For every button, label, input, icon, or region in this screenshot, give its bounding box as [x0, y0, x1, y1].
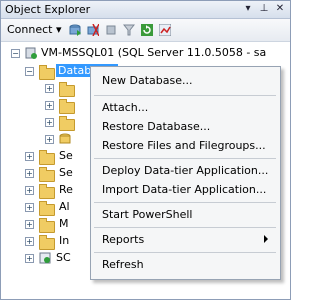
- tree-node-db-child[interactable]: +: [1, 131, 91, 147]
- folder-icon: [39, 218, 55, 233]
- auto-hide-icon[interactable]: ⊥: [257, 2, 271, 16]
- tree-node-db-child[interactable]: +: [1, 114, 91, 131]
- menu-item-restore-files[interactable]: Restore Files and Filegroups...: [94, 136, 276, 156]
- node-label: In: [59, 234, 70, 247]
- folder-icon: [59, 99, 75, 114]
- menu-item-label: Start PowerShell: [102, 208, 193, 221]
- context-menu: New Database... Attach... Restore Databa…: [90, 66, 281, 280]
- menu-separator: [94, 95, 276, 96]
- close-icon[interactable]: ✕: [273, 2, 287, 16]
- refresh-icon[interactable]: [141, 24, 153, 36]
- menu-separator: [94, 202, 276, 203]
- node-label: M: [59, 217, 69, 230]
- expand-toggle[interactable]: +: [25, 203, 34, 212]
- node-label: Se: [59, 149, 73, 162]
- tree-node-management[interactable]: + M: [1, 216, 91, 233]
- expand-toggle[interactable]: +: [45, 118, 54, 127]
- menu-item-label: Restore Database...: [102, 120, 211, 133]
- expand-toggle[interactable]: +: [45, 101, 54, 110]
- folder-icon: [39, 201, 55, 216]
- menu-separator: [94, 227, 276, 228]
- expand-toggle[interactable]: +: [25, 152, 34, 161]
- window-title: Object Explorer: [5, 3, 91, 16]
- tree-node-sql-agent[interactable]: + SC: [1, 250, 91, 266]
- folder-icon: [39, 235, 55, 250]
- menu-item-label: Import Data-tier Application...: [102, 183, 267, 196]
- collapse-toggle[interactable]: −: [25, 67, 34, 76]
- submenu-arrow-icon: [264, 235, 268, 243]
- toolbar: Connect ▾: [1, 19, 290, 42]
- menu-item-label: New Database...: [102, 74, 193, 87]
- folder-icon: [39, 65, 55, 80]
- expand-toggle[interactable]: +: [25, 186, 34, 195]
- expand-toggle[interactable]: +: [25, 237, 34, 246]
- disconnect-icon[interactable]: [87, 24, 99, 36]
- node-label: SC: [56, 251, 71, 264]
- server-icon: [25, 47, 37, 59]
- folder-icon: [39, 184, 55, 199]
- menu-item-label: Restore Files and Filegroups...: [102, 139, 266, 152]
- database-icon: [59, 133, 71, 144]
- node-label: Al: [59, 200, 70, 213]
- server-label: VM-MSSQL01 (SQL Server 11.0.5058 - sa: [41, 46, 267, 59]
- pin-dropdown-icon[interactable]: ▾: [241, 2, 255, 16]
- menu-item-deploy-data-tier[interactable]: Deploy Data-tier Application...: [94, 161, 276, 181]
- activity-monitor-icon[interactable]: [159, 24, 171, 36]
- folder-icon: [39, 167, 55, 182]
- title-bar: Object Explorer ▾ ⊥ ✕: [1, 1, 290, 19]
- menu-item-import-data-tier[interactable]: Import Data-tier Application...: [94, 180, 276, 200]
- tree-node-integration[interactable]: + In: [1, 233, 91, 250]
- expand-toggle[interactable]: +: [25, 220, 34, 229]
- tree-node-databases[interactable]: − Databases: [1, 63, 119, 80]
- folder-icon: [59, 82, 75, 97]
- stop-icon[interactable]: [105, 24, 117, 36]
- menu-item-label: Attach...: [102, 101, 149, 114]
- tree-node-db-child[interactable]: +: [1, 97, 91, 114]
- tree-node-alwayson[interactable]: + Al: [1, 199, 91, 216]
- menu-item-label: Refresh: [102, 258, 144, 271]
- menu-item-label: Deploy Data-tier Application...: [102, 164, 269, 177]
- menu-item-attach[interactable]: Attach...: [94, 98, 276, 118]
- tree-node-db-child[interactable]: +: [1, 80, 91, 97]
- menu-item-label: Reports: [102, 233, 145, 246]
- expand-toggle[interactable]: +: [45, 84, 54, 93]
- tree-node-server[interactable]: − VM-MSSQL01 (SQL Server 11.0.5058 - sa: [1, 45, 290, 61]
- node-label: Se: [59, 166, 73, 179]
- tree-node-replication[interactable]: + Re: [1, 182, 91, 199]
- folder-icon: [39, 150, 55, 165]
- filter-icon[interactable]: [123, 24, 135, 36]
- folder-icon: [59, 116, 75, 131]
- node-label: Re: [59, 183, 73, 196]
- menu-item-start-powershell[interactable]: Start PowerShell: [94, 205, 276, 225]
- connect-db-icon[interactable]: [69, 24, 81, 36]
- connect-button[interactable]: Connect ▾: [7, 23, 62, 36]
- sql-agent-icon: [39, 252, 51, 264]
- tree-node-server-objects[interactable]: + Se: [1, 165, 91, 182]
- expand-toggle[interactable]: +: [45, 135, 54, 144]
- expand-toggle[interactable]: +: [25, 169, 34, 178]
- menu-separator: [94, 252, 276, 253]
- menu-item-reports[interactable]: Reports: [94, 230, 276, 250]
- collapse-toggle[interactable]: −: [11, 49, 20, 58]
- menu-item-restore-database[interactable]: Restore Database...: [94, 117, 276, 137]
- menu-separator: [94, 158, 276, 159]
- menu-item-new-database[interactable]: New Database...: [94, 71, 276, 91]
- expand-toggle[interactable]: +: [25, 254, 34, 263]
- object-explorer-window: Object Explorer ▾ ⊥ ✕ Connect ▾ − VM-MSS…: [0, 0, 291, 300]
- tree-node-security[interactable]: + Se: [1, 148, 91, 165]
- menu-item-refresh[interactable]: Refresh: [94, 255, 276, 275]
